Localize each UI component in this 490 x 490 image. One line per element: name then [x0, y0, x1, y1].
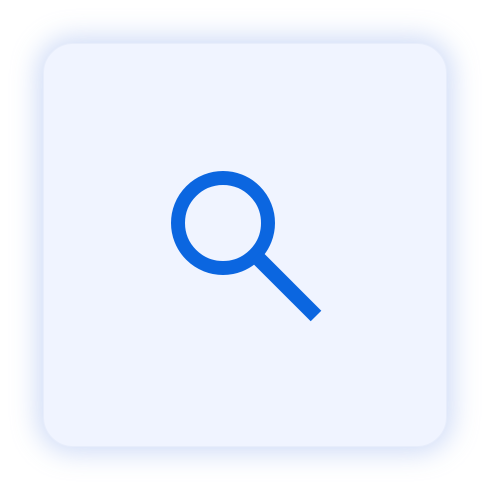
search-button[interactable] [43, 43, 447, 447]
canvas [0, 0, 490, 490]
search-icon-handle [250, 250, 322, 322]
search-icon-lens [171, 171, 275, 275]
search-icon [169, 169, 323, 323]
